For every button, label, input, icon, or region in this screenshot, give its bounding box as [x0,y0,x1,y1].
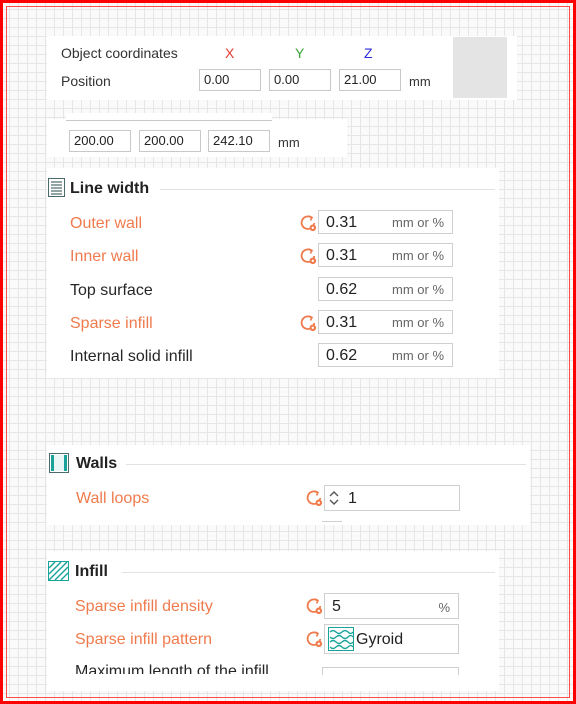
axis-y-label: Y [295,45,305,61]
top-surface-label: Top surface [70,282,153,299]
top-surface-unit: mm or % [392,282,444,297]
sparse-infill-unit: mm or % [392,315,444,330]
inner-wall-unit: mm or % [392,248,444,263]
sparse-infill-pattern-label: Sparse infill pattern [75,631,212,648]
size-row-top-strip [66,113,272,121]
reset-arrow-icon[interactable] [305,630,323,648]
infill-icon [48,561,69,586]
reset-arrow-icon[interactable] [305,597,323,615]
reset-arrow-icon[interactable] [299,247,317,265]
infill-title: Infill [75,563,108,580]
outer-wall-field[interactable]: 0.31 mm or % [318,210,453,234]
walls-divider [126,464,526,465]
position-unit: mm [409,74,431,89]
position-x-field[interactable]: 0.00 [199,69,261,91]
sparse-infill-label: Sparse infill [70,315,153,332]
sparse-infill-value: 0.31 [326,314,358,331]
size-y-field[interactable]: 200.00 [139,130,201,152]
wall-loops-label: Wall loops [76,490,150,507]
object-coordinates-label: Object coordinates [61,45,178,61]
infill-divider [122,572,495,573]
inner-wall-field[interactable]: 0.31 mm or % [318,243,453,267]
internal-solid-infill-field[interactable]: 0.62 mm or % [318,343,453,367]
position-z-field[interactable]: 21.00 [339,69,401,91]
inner-wall-value: 0.31 [326,247,358,264]
max-infill-length-label: Maximum length of the infill [75,663,269,674]
sparse-infill-pattern-value: Gyroid [356,631,404,648]
size-unit: mm [278,135,300,150]
position-y-field[interactable]: 0.00 [269,69,331,91]
spin-arrows-icon[interactable] [328,489,340,512]
line-width-divider [160,189,495,190]
sparse-infill-density-unit: % [438,600,450,615]
axis-z-label: Z [364,45,373,61]
sparse-infill-density-field[interactable]: 5 % [324,593,459,619]
reset-arrow-icon[interactable] [305,489,323,507]
size-z-field[interactable]: 242.10 [208,130,270,152]
wall-loops-value: 1 [348,490,357,507]
line-width-title: Line width [70,180,150,197]
internal-solid-infill-label: Internal solid infill [70,348,193,365]
wall-loops-field[interactable]: 1 [324,485,460,511]
outer-wall-label: Outer wall [70,215,143,232]
position-label: Position [61,73,111,89]
max-infill-length-field[interactable] [322,667,459,675]
internal-solid-infill-unit: mm or % [392,348,444,363]
axis-x-label: X [225,45,235,61]
top-surface-field[interactable]: 0.62 mm or % [318,277,453,301]
reset-arrow-icon[interactable] [299,214,317,232]
sparse-infill-density-label: Sparse infill density [75,598,213,615]
inner-wall-label: Inner wall [70,248,139,265]
sparse-infill-density-value: 5 [332,598,341,615]
outer-wall-value: 0.31 [326,214,358,231]
top-surface-value: 0.62 [326,281,358,298]
walls-title: Walls [76,455,118,472]
sparse-infill-pattern-dropdown[interactable]: Gyroid [324,624,459,654]
object-preview-thumbnail[interactable] [453,37,507,98]
outer-wall-unit: mm or % [392,215,444,230]
walls-bottom-mark [322,521,342,522]
sparse-infill-field[interactable]: 0.31 mm or % [318,310,453,334]
line-width-icon [48,178,65,202]
internal-solid-infill-value: 0.62 [326,347,358,364]
size-x-field[interactable]: 200.00 [69,130,131,152]
walls-icon [49,453,69,478]
gyroid-pattern-icon [328,627,354,656]
reset-arrow-icon[interactable] [299,314,317,332]
